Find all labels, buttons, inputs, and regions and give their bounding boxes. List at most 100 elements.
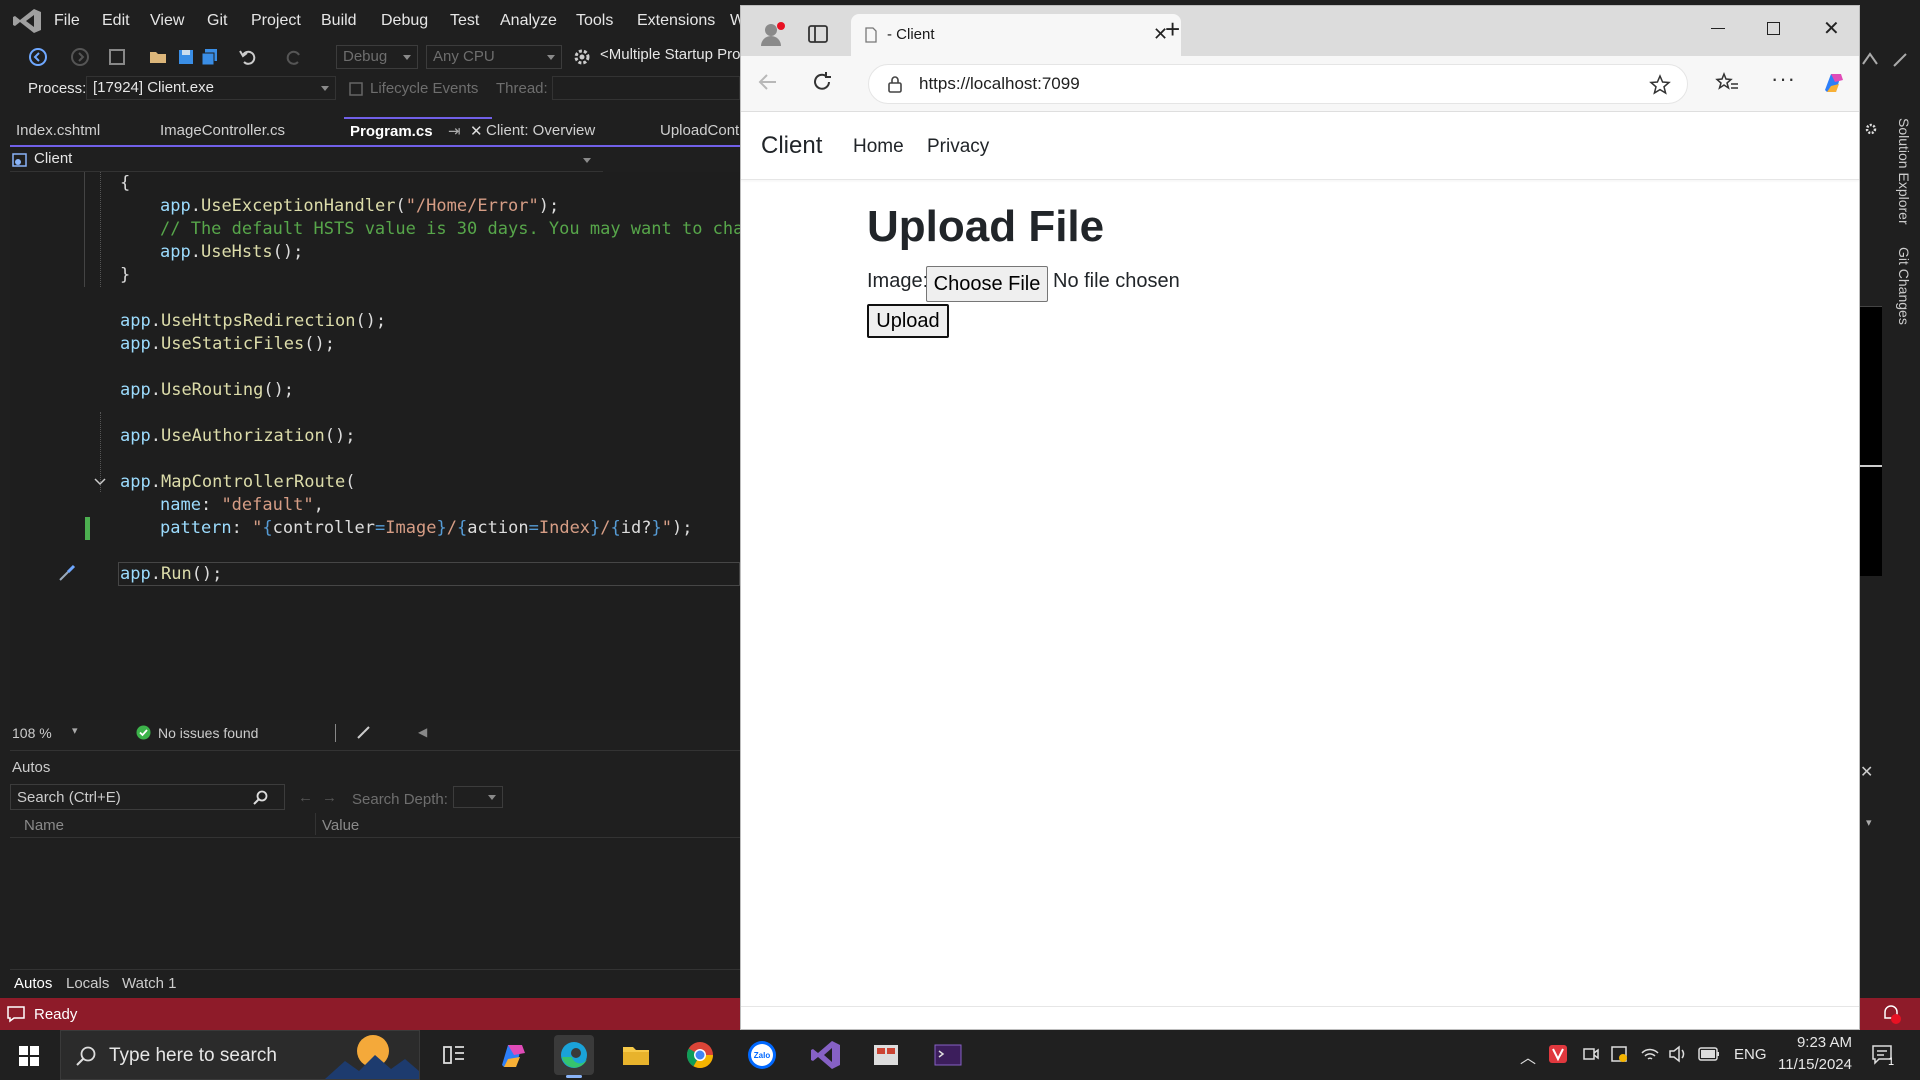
refresh-icon[interactable] bbox=[811, 71, 833, 93]
forward-icon[interactable] bbox=[70, 47, 90, 67]
tab-watch-1[interactable]: Watch 1 bbox=[122, 975, 176, 992]
zoom-dropdown-icon[interactable]: ▾ bbox=[72, 724, 78, 737]
collapse-chevron-icon[interactable] bbox=[93, 477, 107, 487]
minimize-icon[interactable] bbox=[1711, 28, 1725, 29]
terminal-icon[interactable] bbox=[928, 1035, 968, 1075]
menu-tools[interactable]: Tools bbox=[576, 0, 613, 42]
address-bar[interactable]: https://localhost:7099 bbox=[868, 64, 1688, 104]
zoom-level[interactable]: 108 % bbox=[12, 725, 52, 741]
redo-icon[interactable] bbox=[284, 47, 304, 67]
back-icon[interactable] bbox=[28, 47, 48, 67]
scrollbar-track[interactable] bbox=[1860, 306, 1882, 576]
share-icon[interactable] bbox=[1860, 50, 1880, 70]
windows-start-icon[interactable] bbox=[18, 1045, 40, 1067]
vertical-tabs-icon[interactable] bbox=[807, 24, 829, 44]
pin-icon[interactable]: ⇥ bbox=[448, 119, 461, 145]
taskbar-search-box[interactable]: Type here to search bbox=[60, 1030, 420, 1080]
site-brand[interactable]: Client bbox=[761, 132, 822, 160]
issues-status[interactable]: No issues found bbox=[158, 725, 258, 741]
solution-config-select[interactable]: Debug bbox=[336, 45, 418, 69]
meet-now-icon[interactable] bbox=[1582, 1045, 1600, 1063]
task-view-icon[interactable] bbox=[434, 1035, 474, 1075]
visual-studio-taskbar-icon[interactable] bbox=[806, 1035, 846, 1075]
browser-tab[interactable]: - Client ✕ bbox=[851, 14, 1181, 56]
copilot-icon[interactable] bbox=[1821, 70, 1847, 96]
menu-build[interactable]: Build bbox=[321, 0, 357, 42]
profile-avatar-icon[interactable] bbox=[759, 20, 787, 48]
clock-date[interactable]: 11/15/2024 bbox=[1772, 1056, 1852, 1073]
search-icon[interactable] bbox=[253, 790, 269, 806]
menu-view[interactable]: View bbox=[150, 0, 184, 42]
menu-git[interactable]: Git bbox=[207, 0, 227, 42]
menu-file[interactable]: File bbox=[54, 0, 80, 42]
url-text[interactable]: https://localhost:7099 bbox=[919, 74, 1080, 94]
chrome-icon[interactable] bbox=[680, 1035, 720, 1075]
lifecycle-events-button[interactable]: Lifecycle Events bbox=[370, 80, 478, 97]
git-changes-tab[interactable]: Git Changes bbox=[1886, 247, 1912, 347]
network-icon[interactable] bbox=[1640, 1045, 1660, 1063]
battery-icon[interactable] bbox=[1698, 1047, 1720, 1061]
menu-test[interactable]: Test bbox=[450, 0, 479, 42]
scroll-left-icon[interactable]: ◀ bbox=[418, 725, 427, 739]
new-project-icon[interactable] bbox=[108, 47, 128, 67]
thread-select[interactable] bbox=[552, 76, 740, 100]
tab-image-controller[interactable]: ImageController.cs bbox=[154, 117, 291, 145]
process-select[interactable]: [17924] Client.exe bbox=[86, 76, 336, 100]
nav-privacy-link[interactable]: Privacy bbox=[927, 136, 989, 158]
settings-gear-icon[interactable] bbox=[1864, 122, 1878, 136]
undo-icon[interactable] bbox=[238, 47, 258, 67]
quick-actions-brush-icon[interactable] bbox=[56, 562, 78, 584]
platform-select[interactable]: Any CPU bbox=[426, 45, 562, 69]
tab-program-cs[interactable]: Program.cs ⇥ ✕ bbox=[344, 117, 492, 145]
search-forward-icon[interactable]: → bbox=[322, 789, 337, 806]
column-name-header[interactable]: Name bbox=[24, 817, 64, 834]
code-editor[interactable]: { app.UseExceptionHandler("/Home/Error")… bbox=[10, 172, 740, 720]
column-value-header[interactable]: Value bbox=[322, 817, 359, 834]
dropdown-icon[interactable]: ▾ bbox=[1866, 816, 1872, 829]
tab-locals[interactable]: Locals bbox=[66, 975, 109, 992]
menu-extensions[interactable]: Extensions bbox=[637, 0, 715, 42]
navigation-bar[interactable]: Client bbox=[10, 148, 603, 172]
column-divider[interactable] bbox=[315, 813, 316, 835]
language-indicator[interactable]: ENG bbox=[1734, 1046, 1767, 1063]
solution-explorer-tab[interactable]: Solution Explorer bbox=[1886, 118, 1912, 253]
menu-edit[interactable]: Edit bbox=[102, 0, 130, 42]
copilot-app-icon[interactable] bbox=[494, 1035, 534, 1075]
snipping-tool-icon[interactable] bbox=[866, 1035, 906, 1075]
new-tab-icon[interactable]: + bbox=[1165, 14, 1180, 45]
autos-search-input[interactable]: Search (Ctrl+E) bbox=[10, 784, 285, 810]
zalo-icon[interactable]: Zalo bbox=[742, 1035, 782, 1075]
tab-autos[interactable]: Autos bbox=[14, 975, 52, 992]
tab-client-overview[interactable]: Client: Overview bbox=[480, 117, 601, 145]
more-menu-icon[interactable]: ··· bbox=[1771, 66, 1796, 92]
feedback-icon[interactable] bbox=[1890, 50, 1910, 70]
tab-index-cshtml[interactable]: Index.cshtml bbox=[10, 117, 106, 145]
show-hidden-icons-chevron[interactable]: ︿ bbox=[1520, 1044, 1536, 1068]
edge-taskbar-app[interactable] bbox=[554, 1035, 594, 1078]
visual-studio-logo-icon[interactable] bbox=[12, 8, 42, 34]
favorite-star-icon[interactable] bbox=[1649, 74, 1671, 96]
nav-home-link[interactable]: Home bbox=[853, 136, 904, 158]
clock-time[interactable]: 9:23 AM bbox=[1784, 1034, 1852, 1051]
tab-upload-controller[interactable]: UploadCont bbox=[654, 117, 745, 145]
startup-projects-button[interactable]: <Multiple Startup Pro bbox=[600, 46, 741, 63]
wifi-warning-icon[interactable] bbox=[1610, 1045, 1628, 1063]
menu-analyze[interactable]: Analyze bbox=[500, 0, 557, 42]
search-back-icon[interactable]: ← bbox=[298, 789, 313, 806]
notifications-bell-icon[interactable] bbox=[1880, 1003, 1902, 1025]
menu-project[interactable]: Project bbox=[251, 0, 301, 42]
file-explorer-icon[interactable] bbox=[616, 1035, 656, 1075]
open-folder-icon[interactable] bbox=[148, 47, 168, 67]
volume-icon[interactable] bbox=[1668, 1045, 1688, 1063]
cleanup-brush-icon[interactable] bbox=[355, 725, 371, 741]
choose-file-button[interactable]: Choose File bbox=[926, 266, 1048, 302]
search-depth-select[interactable] bbox=[453, 786, 503, 808]
save-icon[interactable] bbox=[176, 47, 196, 67]
upload-button[interactable]: Upload bbox=[867, 304, 949, 338]
vivaldi-tray-icon[interactable] bbox=[1548, 1044, 1568, 1064]
lock-icon[interactable] bbox=[887, 75, 903, 93]
menu-debug[interactable]: Debug bbox=[381, 0, 428, 42]
save-all-icon[interactable] bbox=[200, 47, 220, 67]
close-window-icon[interactable]: ✕ bbox=[1823, 16, 1840, 41]
maximize-icon[interactable] bbox=[1767, 22, 1780, 35]
